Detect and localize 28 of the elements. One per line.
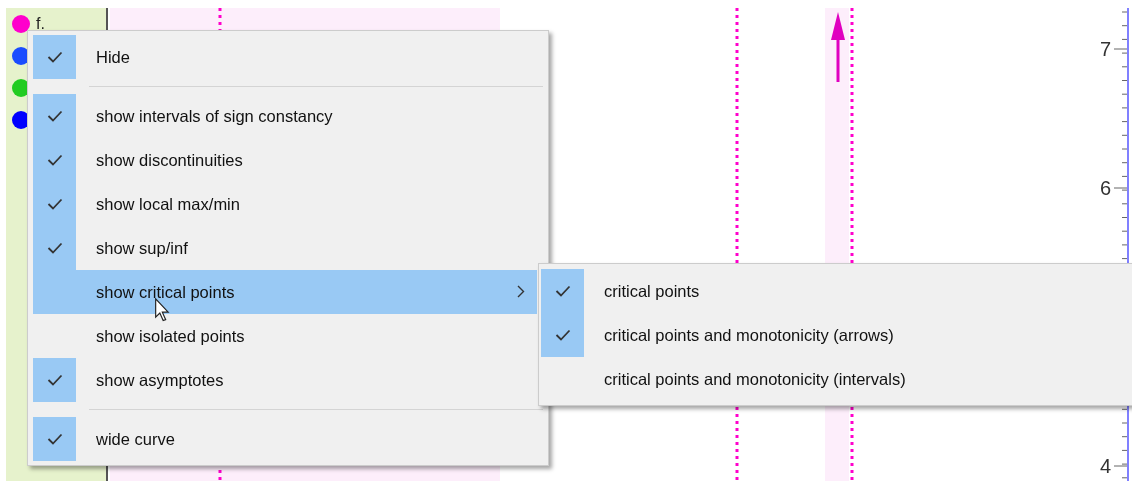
menu-item[interactable]: wide curve [33, 417, 537, 461]
menu-item[interactable]: critical points and monotonicity (arrows) [541, 313, 1132, 357]
monotonicity-arrow [831, 12, 845, 82]
check-icon [46, 433, 63, 445]
function-color-dot[interactable] [12, 15, 30, 33]
check-icon [46, 110, 63, 122]
menu-item[interactable]: show local max/min [33, 182, 537, 226]
check-icon [554, 285, 571, 297]
check-icon [46, 51, 63, 63]
menu-item[interactable]: show discontinuities [33, 138, 537, 182]
check-icon [46, 198, 63, 210]
check-icon [46, 242, 63, 254]
axis-tick-label: 7 [1099, 38, 1111, 60]
check-icon [46, 374, 63, 386]
axis-tick-label: 6 [1099, 177, 1111, 199]
menu-item[interactable]: critical points and monotonicity (intervals) [541, 357, 1132, 401]
menu-item[interactable]: critical points [541, 269, 1132, 313]
axis-tick-label: 4 [1099, 455, 1111, 477]
check-icon [554, 329, 571, 341]
check-icon [46, 154, 63, 166]
menu-item[interactable]: show intervals of sign constancy [33, 94, 537, 138]
submenu-item[interactable]: show critical points [33, 270, 537, 314]
function-label: f. [36, 16, 45, 32]
menu-item[interactable]: show sup/inf [33, 226, 537, 270]
menu-item[interactable]: show isolated points [33, 314, 537, 358]
menu-item[interactable]: show asymptotes [33, 358, 537, 402]
menu-item[interactable]: Hide [33, 35, 537, 79]
chevron-icon [517, 285, 525, 298]
